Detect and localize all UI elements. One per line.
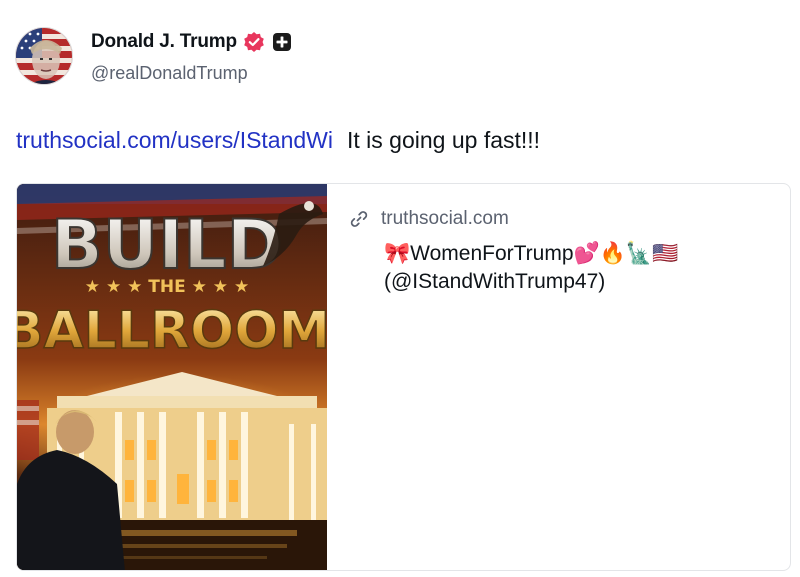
- card-title[interactable]: 🎀WomenForTrump💕🔥🗽🇺🇸 (@IStandWithTrump47): [384, 240, 774, 296]
- post-body-text: It is going up fast!!!: [347, 127, 541, 153]
- card-meta: truthsocial.com 🎀WomenForTrump💕🔥🗽🇺🇸 (@IS…: [349, 208, 774, 296]
- plus-badge-icon[interactable]: [271, 31, 293, 53]
- post: Donald J. Trump @realDonaldTrump truthso…: [0, 0, 800, 577]
- card-image[interactable]: BUILD ★ ★ ★ THE ★ ★ ★ BALLROOM: [17, 184, 327, 570]
- image-title-build: BUILD: [51, 206, 283, 285]
- author-display-name[interactable]: Donald J. Trump: [91, 31, 237, 53]
- link-preview-card[interactable]: BUILD ★ ★ ★ THE ★ ★ ★ BALLROOM truthsoci…: [16, 183, 791, 571]
- author-name-row: Donald J. Trump: [91, 31, 293, 53]
- avatar[interactable]: [15, 27, 73, 85]
- image-title-the: ★ ★ ★ THE ★ ★ ★: [85, 277, 249, 297]
- link-icon: [349, 209, 369, 229]
- card-domain[interactable]: truthsocial.com: [381, 208, 509, 230]
- verified-badge-icon: [243, 31, 265, 53]
- image-title-ballroom: BALLROOM: [17, 301, 327, 361]
- card-subtitle: (@IStandWithTrump47): [384, 270, 606, 293]
- author-handle[interactable]: @realDonaldTrump: [91, 63, 248, 84]
- card-title-text: 🎀WomenForTrump💕🔥🗽🇺🇸: [384, 242, 679, 265]
- card-domain-row: truthsocial.com: [349, 208, 774, 230]
- post-link[interactable]: truthsocial.com/users/IStandWi: [16, 127, 333, 153]
- post-text: truthsocial.com/users/IStandWi It is goin…: [16, 127, 540, 154]
